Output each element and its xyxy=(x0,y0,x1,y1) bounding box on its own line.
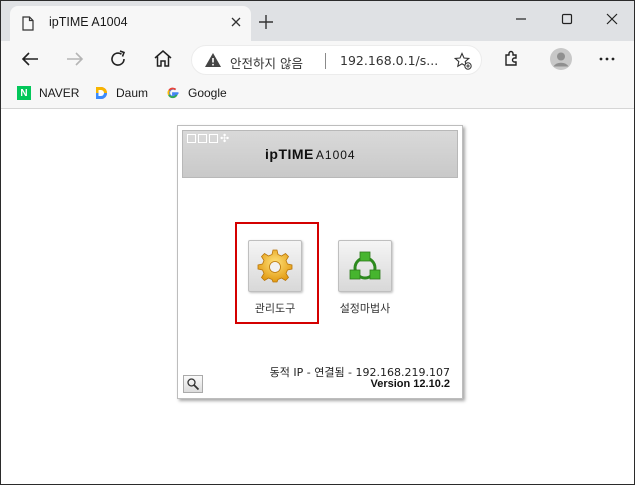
back-icon[interactable] xyxy=(18,47,42,71)
admin-tools-label[interactable]: 관리도구 xyxy=(235,300,315,316)
home-icon[interactable] xyxy=(151,47,175,71)
url-text[interactable]: 192.168.0.1/s... xyxy=(340,53,438,68)
model-name: A1004 xyxy=(315,148,356,162)
address-bar[interactable]: 안전하지 않음 192.168.0.1/s... xyxy=(191,45,482,75)
extensions-icon[interactable] xyxy=(499,47,523,71)
page-icon xyxy=(22,16,34,31)
forward-icon[interactable] xyxy=(63,47,87,71)
new-tab-icon[interactable] xyxy=(257,13,275,31)
brand-name: ipTIME xyxy=(265,146,314,162)
panel-header: ✣ ipTIME A1004 xyxy=(182,130,458,178)
browser-tab[interactable]: ipTIME A1004 xyxy=(10,6,251,41)
tab-strip: ipTIME A1004 xyxy=(1,1,634,41)
bookmarks-bar: N NAVER Daum Google xyxy=(1,79,634,109)
close-window-icon[interactable] xyxy=(602,9,622,29)
more-menu-icon[interactable] xyxy=(595,47,619,71)
bookmark-label: NAVER xyxy=(39,86,80,100)
search-icon[interactable] xyxy=(183,375,203,393)
warning-icon[interactable] xyxy=(204,52,222,68)
minimize-icon[interactable] xyxy=(511,9,531,29)
admin-tools-button[interactable] xyxy=(248,240,302,292)
bookmark-label: Google xyxy=(188,86,227,100)
profile-avatar-icon[interactable] xyxy=(549,47,573,71)
setup-wizard-label[interactable]: 설정마법사 xyxy=(325,300,405,316)
daum-icon xyxy=(96,87,107,99)
refresh-icon[interactable] xyxy=(106,47,130,71)
security-status[interactable]: 안전하지 않음 xyxy=(230,53,303,72)
close-tab-icon[interactable] xyxy=(228,14,244,30)
brand-logo: ipTIME A1004 xyxy=(265,146,356,162)
maximize-icon[interactable] xyxy=(557,9,577,29)
google-icon xyxy=(167,87,179,99)
firmware-version: Version 12.10.2 xyxy=(370,378,451,390)
window-squares-icon: ✣ xyxy=(187,133,229,144)
bookmark-naver[interactable]: N NAVER xyxy=(17,83,79,103)
gear-icon xyxy=(257,249,293,283)
setup-wizard-button[interactable] xyxy=(338,240,392,292)
add-favorite-icon[interactable] xyxy=(454,52,472,70)
network-icon xyxy=(349,251,381,280)
router-login-panel: ✣ ipTIME A1004 관리도구 설정마법사 동적 IP - 연결됨 - … xyxy=(177,125,463,399)
bookmark-label: Daum xyxy=(116,86,149,100)
address-separator xyxy=(325,53,326,69)
bookmark-google[interactable]: Google xyxy=(166,83,227,103)
tab-title: ipTIME A1004 xyxy=(49,15,128,29)
naver-icon: N xyxy=(17,86,31,100)
toolbar: 안전하지 않음 192.168.0.1/s... xyxy=(1,41,634,79)
browser-window: ipTIME A1004 안전하지 않음 192.168.0.1/s... N … xyxy=(0,0,635,485)
bookmark-daum[interactable]: Daum xyxy=(94,83,148,103)
